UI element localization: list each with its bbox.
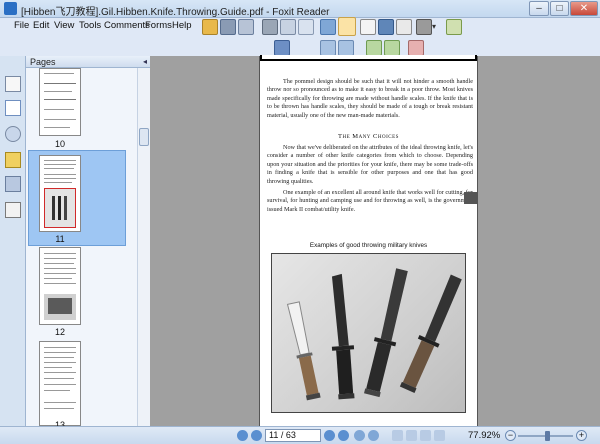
maximize-button[interactable]: □ — [550, 1, 569, 16]
collapse-panel-icon[interactable]: ◂ — [143, 56, 147, 68]
paragraph-mark-ii: One example of an excellent all around k… — [267, 189, 473, 213]
page-bottom-edge — [260, 419, 477, 426]
single-page-view-icon[interactable] — [392, 430, 403, 441]
comments-tab-icon[interactable] — [5, 152, 21, 168]
close-button[interactable]: ✕ — [570, 1, 598, 16]
menu-view[interactable]: View — [54, 20, 74, 31]
minimize-button[interactable]: – — [529, 1, 549, 16]
page-thumbnail-label: 11 — [55, 234, 65, 244]
go-back-icon[interactable] — [354, 430, 365, 441]
section-heading: The Many Choices — [338, 133, 399, 140]
print-icon[interactable] — [262, 19, 278, 35]
signatures-tab-icon[interactable] — [5, 202, 21, 218]
delete-icon[interactable] — [408, 40, 424, 56]
save-as-icon[interactable] — [238, 19, 254, 35]
pages-panel: Pages ◂ 10 11 12 13 — [26, 56, 150, 426]
zoom-icon[interactable] — [396, 19, 412, 35]
menu-forms[interactable]: Forms — [145, 20, 172, 31]
go-forward-icon[interactable] — [368, 430, 379, 441]
continuous-facing-icon[interactable] — [434, 430, 445, 441]
foxit-app-icon — [4, 2, 17, 15]
knives-photo — [271, 253, 466, 413]
last-page-icon[interactable] — [338, 430, 349, 441]
first-page-icon[interactable] — [237, 430, 248, 441]
thumbnails-scrollbar[interactable] — [137, 68, 150, 426]
menu-help[interactable]: Help — [172, 20, 192, 31]
dropdown-arrow-icon[interactable]: ▾ — [432, 22, 440, 32]
menu-edit[interactable]: Edit — [33, 20, 49, 31]
menu-comments[interactable]: Comments — [104, 20, 150, 31]
page-thumbnail-label: 12 — [54, 327, 65, 337]
email-icon[interactable] — [280, 19, 296, 35]
select-text-icon[interactable] — [360, 19, 376, 35]
page-thumbnail[interactable] — [39, 341, 81, 426]
zoom-out-button[interactable]: − — [505, 430, 516, 441]
photo-caption: Examples of good throwing military knive… — [309, 242, 428, 249]
highlighter-icon[interactable] — [446, 19, 462, 35]
single-page-icon[interactable] — [320, 40, 336, 56]
rotate-left-icon[interactable] — [366, 40, 382, 56]
facebook-icon[interactable] — [274, 40, 290, 56]
pages-tab-icon[interactable] — [5, 100, 21, 116]
save-icon[interactable] — [220, 19, 236, 35]
continuous-view-icon[interactable] — [406, 430, 417, 441]
paragraph-pommel: The pommel design should be such that it… — [267, 78, 473, 119]
attachments-tab-icon[interactable] — [5, 176, 21, 192]
navigation-tab-strip — [0, 56, 26, 426]
page-thumbnail[interactable] — [39, 247, 81, 325]
menu-file[interactable]: File — [14, 20, 29, 31]
toolbar: ▾ — [196, 15, 600, 56]
typewriter-icon[interactable] — [416, 19, 432, 35]
pages-panel-title: Pages — [30, 57, 56, 67]
previous-page-bottom-border — [260, 55, 477, 61]
hand-tool-icon[interactable] — [338, 17, 356, 36]
paragraph-many-choices: Now that we've deliberated on the attrib… — [267, 144, 473, 185]
previous-page-icon[interactable] — [251, 430, 262, 441]
monitor-icon[interactable] — [320, 19, 336, 35]
pdf-page[interactable]: The pommel design should be such that it… — [259, 55, 478, 426]
menu-tools[interactable]: Tools — [79, 20, 101, 31]
continuous-page-icon[interactable] — [338, 40, 354, 56]
page-thumbnail[interactable] — [39, 68, 81, 136]
thumbnails-scrollbar-thumb[interactable] — [139, 128, 149, 146]
zoom-level[interactable]: 77.92% — [468, 430, 500, 441]
next-page-icon[interactable] — [324, 430, 335, 441]
menu-bar: File Edit View Tools Comments Forms Help — [0, 18, 196, 34]
zoom-slider-knob[interactable] — [545, 431, 550, 441]
facing-view-icon[interactable] — [420, 430, 431, 441]
snapshot-icon[interactable] — [378, 19, 394, 35]
bookmarks-tab-icon[interactable] — [5, 76, 21, 92]
page-edge-tab — [464, 192, 478, 204]
zoom-slider[interactable] — [518, 431, 573, 441]
page-number-input[interactable]: 11 / 63 — [265, 429, 321, 442]
zoom-in-button[interactable]: + — [576, 430, 587, 441]
page-thumbnail-label: 10 — [54, 139, 65, 149]
properties-icon[interactable] — [298, 19, 314, 35]
rotate-right-icon[interactable] — [384, 40, 400, 56]
status-bar: 11 / 63 77.92% − + — [0, 426, 600, 444]
layers-tab-icon[interactable] — [5, 126, 21, 142]
page-thumbnail-selected[interactable] — [39, 155, 81, 232]
open-folder-icon[interactable] — [202, 19, 218, 35]
pages-panel-header: Pages ◂ — [26, 56, 150, 68]
